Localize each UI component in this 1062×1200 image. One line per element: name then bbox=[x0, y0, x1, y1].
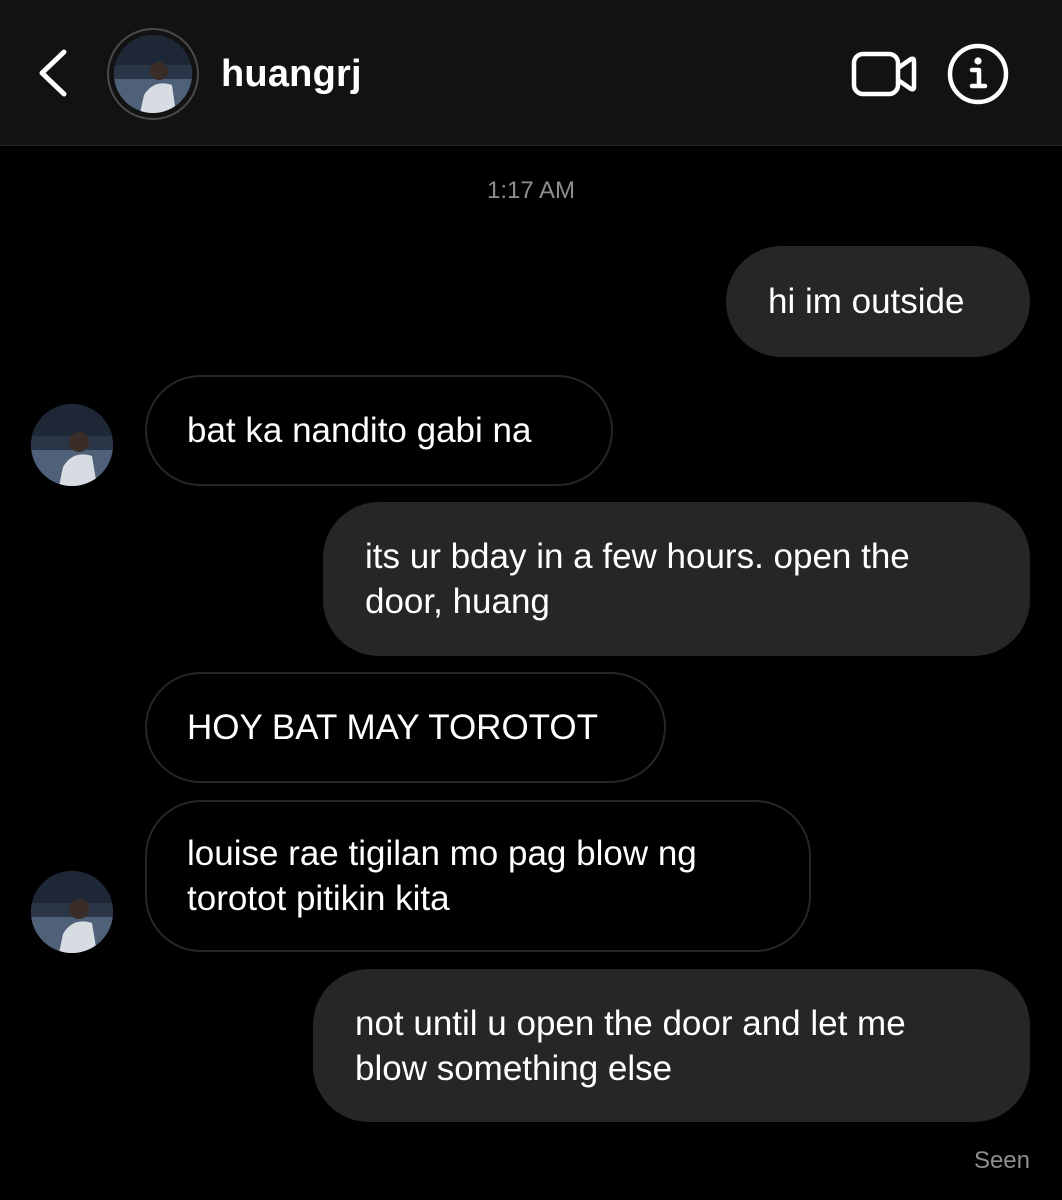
received-message[interactable]: HOY BAT MAY TOROTOT bbox=[145, 672, 666, 783]
message-text: hi im outside bbox=[768, 282, 965, 321]
video-camera-icon bbox=[851, 51, 917, 97]
sent-message[interactable]: its ur bday in a few hours. open the doo… bbox=[323, 502, 1030, 656]
sent-message[interactable]: hi im outside bbox=[726, 246, 1030, 357]
profile-photo bbox=[114, 35, 192, 113]
video-call-button[interactable] bbox=[850, 46, 918, 102]
profile-photo bbox=[31, 404, 113, 486]
profile-photo bbox=[31, 871, 113, 953]
chat-header: huangrj bbox=[0, 0, 1062, 146]
info-button[interactable] bbox=[946, 42, 1010, 106]
back-button[interactable] bbox=[30, 44, 76, 102]
chevron-left-icon bbox=[39, 49, 67, 97]
message-text: louise rae tigilan mo pag blow ng toroto… bbox=[187, 834, 697, 918]
message-text: bat ka nandito gabi na bbox=[187, 411, 532, 450]
sent-message[interactable]: not until u open the door and let me blo… bbox=[313, 969, 1030, 1122]
received-message[interactable]: louise rae tigilan mo pag blow ng toroto… bbox=[145, 800, 811, 952]
sender-avatar[interactable] bbox=[31, 404, 113, 486]
received-message[interactable]: bat ka nandito gabi na bbox=[145, 375, 613, 486]
sender-avatar[interactable] bbox=[31, 871, 113, 953]
message-text: HOY BAT MAY TOROTOT bbox=[187, 708, 599, 747]
message-timestamp: 1:17 AM bbox=[486, 177, 576, 204]
header-avatar[interactable] bbox=[107, 28, 199, 120]
chat-username[interactable]: huangrj bbox=[221, 50, 362, 98]
info-icon bbox=[947, 43, 1009, 105]
message-text: its ur bday in a few hours. open the doo… bbox=[365, 537, 910, 621]
message-text: not until u open the door and let me blo… bbox=[355, 1003, 906, 1088]
seen-status: Seen bbox=[973, 1147, 1030, 1174]
